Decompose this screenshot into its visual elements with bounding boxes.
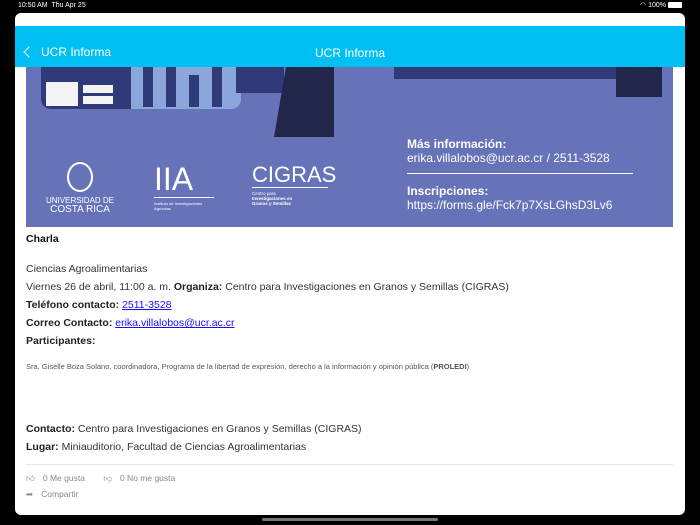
share-button[interactable]: ➦ Compartir	[26, 489, 86, 499]
event-category: Ciencias Agroalimentarias	[26, 263, 148, 275]
banner-info: Más información: erika.villalobos@ucr.ac…	[407, 137, 633, 220]
ucr-logo: UNIVERSIDAD DE COSTA RICA	[46, 162, 114, 215]
status-time: 10:50 AM Thu Apr 25	[18, 2, 86, 9]
wifi-icon: ◠	[640, 2, 647, 9]
event-type: Charla	[26, 233, 59, 245]
thumbs-up-icon: 👍︎	[26, 473, 35, 483]
status-bar: 10:50 AM Thu Apr 25 ◠ 100%	[0, 0, 700, 13]
nav-bar: UCR Informa UCR Informa	[15, 26, 685, 67]
dislike-button[interactable]: 👎︎ 0 No me gusta	[103, 473, 183, 483]
article-body: Charla Ciencias Agroalimentarias Viernes…	[26, 233, 673, 502]
share-icon: ➦	[26, 489, 34, 499]
event-place: Lugar: Miniauditorio, Facultad de Cienci…	[26, 441, 307, 453]
thumbs-down-icon: 👎︎	[103, 473, 112, 483]
event-email: Correo Contacto: erika.villalobos@ucr.ac…	[26, 317, 235, 329]
cigras-logo: CIGRAS Centro para Investigaciones en Gr…	[252, 162, 337, 206]
divider	[26, 464, 673, 465]
iia-logo: IIA Instituto de Investigaciones Agrícol…	[154, 163, 214, 211]
page-title: UCR Informa	[314, 46, 385, 60]
app-window: UCR Informa UCR Informa UNIVERSIDAD DE CO…	[15, 13, 685, 515]
participants-text: Sra. Giselle Boza Solano, coordinadora, …	[26, 362, 470, 371]
home-indicator[interactable]	[262, 518, 438, 521]
battery-icon	[668, 2, 682, 9]
event-phone: Teléfono contacto: 2511-3528	[26, 299, 172, 311]
event-contact: Contacto: Centro para Investigaciones en…	[26, 423, 362, 435]
phone-link[interactable]: 2511-3528	[122, 299, 171, 311]
event-date-organizer: Viernes 26 de abril, 11:00 a. m. Organiz…	[26, 281, 509, 293]
status-right: ◠ 100%	[640, 0, 682, 11]
actions: 👍︎ 0 Me gusta 👎︎ 0 No me gusta ➦ Compartir	[26, 470, 673, 502]
like-button[interactable]: 👍︎ 0 Me gusta	[26, 473, 93, 483]
email-link[interactable]: erika.villalobos@ucr.ac.cr	[115, 317, 234, 329]
participants-label: Participantes:	[26, 335, 96, 347]
event-banner-image: UNIVERSIDAD DE COSTA RICA IIA Instituto d…	[26, 67, 673, 227]
